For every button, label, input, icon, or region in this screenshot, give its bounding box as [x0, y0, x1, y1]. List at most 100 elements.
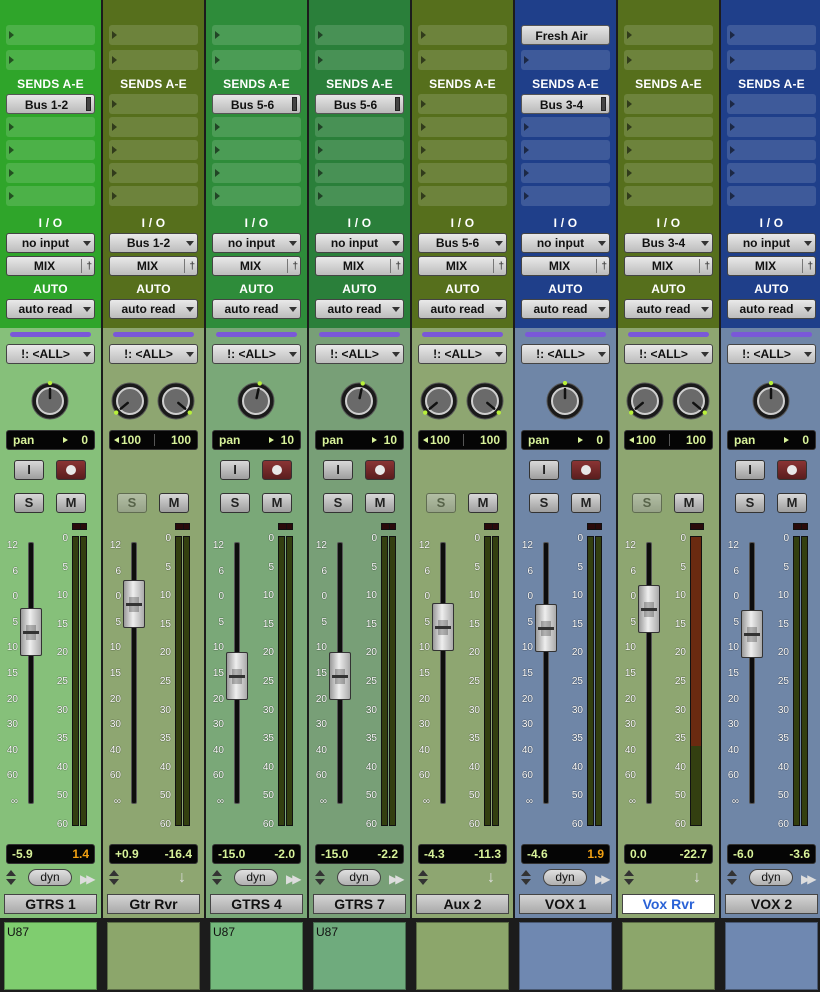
group-selector[interactable]: !: <ALL>	[624, 344, 713, 364]
track-name[interactable]: VOX 2	[725, 894, 818, 914]
send-slot[interactable]	[727, 94, 816, 114]
automation-mode-selector[interactable]: auto read	[109, 299, 198, 319]
insert-slot[interactable]	[6, 50, 95, 70]
send-slot[interactable]	[521, 117, 610, 137]
input-selector[interactable]: no input	[315, 233, 404, 253]
volume-display[interactable]: -15.0 -2.2	[315, 844, 404, 864]
input-selector[interactable]: Bus 1-2	[109, 233, 198, 253]
comment-box[interactable]: U87	[313, 922, 406, 990]
send-slot[interactable]	[624, 163, 713, 183]
send-slot[interactable]	[521, 186, 610, 206]
volume-fader[interactable]	[535, 604, 557, 652]
solo-button[interactable]: S	[220, 493, 250, 513]
comment-box[interactable]	[107, 922, 200, 990]
send-slot[interactable]	[418, 94, 507, 114]
send-slot[interactable]: Bus 5-6	[315, 94, 404, 114]
dyn-button[interactable]: dyn	[543, 869, 587, 886]
automation-mode-selector[interactable]: auto read	[727, 299, 816, 319]
pan-knob-left[interactable]	[110, 381, 150, 421]
comment-box[interactable]	[725, 922, 818, 990]
solo-button[interactable]: S	[632, 493, 662, 513]
insert-slot[interactable]	[624, 25, 713, 45]
mute-button[interactable]: M	[56, 493, 86, 513]
solo-button[interactable]: S	[735, 493, 765, 513]
insert-slot[interactable]	[727, 50, 816, 70]
pan-display[interactable]: 100 100	[109, 430, 198, 450]
up-down-arrows-icon[interactable]	[624, 870, 634, 886]
send-slot[interactable]	[418, 117, 507, 137]
input-selector[interactable]: no input	[727, 233, 816, 253]
track-name[interactable]: VOX 1	[519, 894, 612, 914]
record-enable-button[interactable]	[365, 460, 395, 480]
output-selector[interactable]: MIX †	[727, 256, 816, 276]
send-slot[interactable]	[109, 94, 198, 114]
input-selector[interactable]: no input	[6, 233, 95, 253]
send-slot[interactable]	[521, 140, 610, 160]
output-selector[interactable]: MIX †	[315, 256, 404, 276]
pan-display[interactable]: pan 0	[6, 430, 95, 450]
group-selector[interactable]: !: <ALL>	[727, 344, 816, 364]
input-monitor-button[interactable]: I	[14, 460, 44, 480]
output-selector[interactable]: MIX †	[521, 256, 610, 276]
pan-knob[interactable]	[30, 380, 70, 421]
volume-display[interactable]: -15.0 -2.0	[212, 844, 301, 864]
send-slot[interactable]	[315, 140, 404, 160]
send-slot[interactable]	[212, 163, 301, 183]
mute-button[interactable]: M	[777, 493, 807, 513]
volume-fader[interactable]	[432, 603, 454, 651]
automation-mode-selector[interactable]: auto read	[521, 299, 610, 319]
pan-display[interactable]: pan 0	[727, 430, 816, 450]
record-enable-button[interactable]	[571, 460, 601, 480]
up-down-arrows-icon[interactable]	[212, 870, 222, 886]
mute-button[interactable]: M	[571, 493, 601, 513]
insert-slot[interactable]	[624, 50, 713, 70]
send-slot[interactable]: Bus 1-2	[6, 94, 95, 114]
insert-slot[interactable]	[6, 25, 95, 45]
insert-slot[interactable]	[212, 50, 301, 70]
pan-knob[interactable]	[236, 381, 276, 421]
insert-slot[interactable]	[727, 25, 816, 45]
record-enable-button[interactable]	[56, 460, 86, 480]
send-slot[interactable]	[624, 117, 713, 137]
up-down-arrows-icon[interactable]	[418, 870, 428, 886]
output-selector[interactable]: MIX †	[212, 256, 301, 276]
volume-display[interactable]: 0.0 -22.7	[624, 844, 713, 864]
volume-display[interactable]: -4.6 1.9	[521, 844, 610, 864]
send-slot[interactable]	[727, 163, 816, 183]
up-down-arrows-icon[interactable]	[521, 870, 531, 886]
automation-mode-selector[interactable]: auto read	[315, 299, 404, 319]
mute-button[interactable]: M	[159, 493, 189, 513]
mute-button[interactable]: M	[365, 493, 395, 513]
insert-slot[interactable]: Fresh Air	[521, 25, 610, 45]
volume-display[interactable]: -6.0 -3.6	[727, 844, 816, 864]
send-slot[interactable]	[315, 186, 404, 206]
send-slot[interactable]	[727, 117, 816, 137]
insert-slot[interactable]	[109, 50, 198, 70]
track-name[interactable]: GTRS 1	[4, 894, 97, 914]
comment-box[interactable]: U87	[4, 922, 97, 990]
input-selector[interactable]: no input	[521, 233, 610, 253]
volume-fader[interactable]	[638, 585, 660, 633]
solo-button[interactable]: S	[529, 493, 559, 513]
dyn-button[interactable]: dyn	[28, 869, 72, 886]
input-selector[interactable]: no input	[212, 233, 301, 253]
track-name[interactable]: Vox Rvr	[622, 894, 715, 914]
output-selector[interactable]: MIX †	[6, 256, 95, 276]
send-slot[interactable]	[212, 140, 301, 160]
insert-slot[interactable]	[315, 50, 404, 70]
group-selector[interactable]: !: <ALL>	[315, 344, 404, 364]
send-slot[interactable]	[212, 186, 301, 206]
solo-button[interactable]: S	[426, 493, 456, 513]
send-slot[interactable]	[109, 186, 198, 206]
send-slot[interactable]: Bus 3-4	[521, 94, 610, 114]
pan-knob-right[interactable]	[156, 381, 196, 421]
automation-mode-selector[interactable]: auto read	[212, 299, 301, 319]
pan-display[interactable]: pan 10	[315, 430, 404, 450]
dyn-button[interactable]: dyn	[234, 869, 278, 886]
send-slot[interactable]	[418, 163, 507, 183]
up-down-arrows-icon[interactable]	[727, 870, 737, 886]
pan-knob[interactable]	[751, 380, 791, 421]
track-name[interactable]: GTRS 7	[313, 894, 406, 914]
send-slot[interactable]	[624, 186, 713, 206]
group-selector[interactable]: !: <ALL>	[6, 344, 95, 364]
